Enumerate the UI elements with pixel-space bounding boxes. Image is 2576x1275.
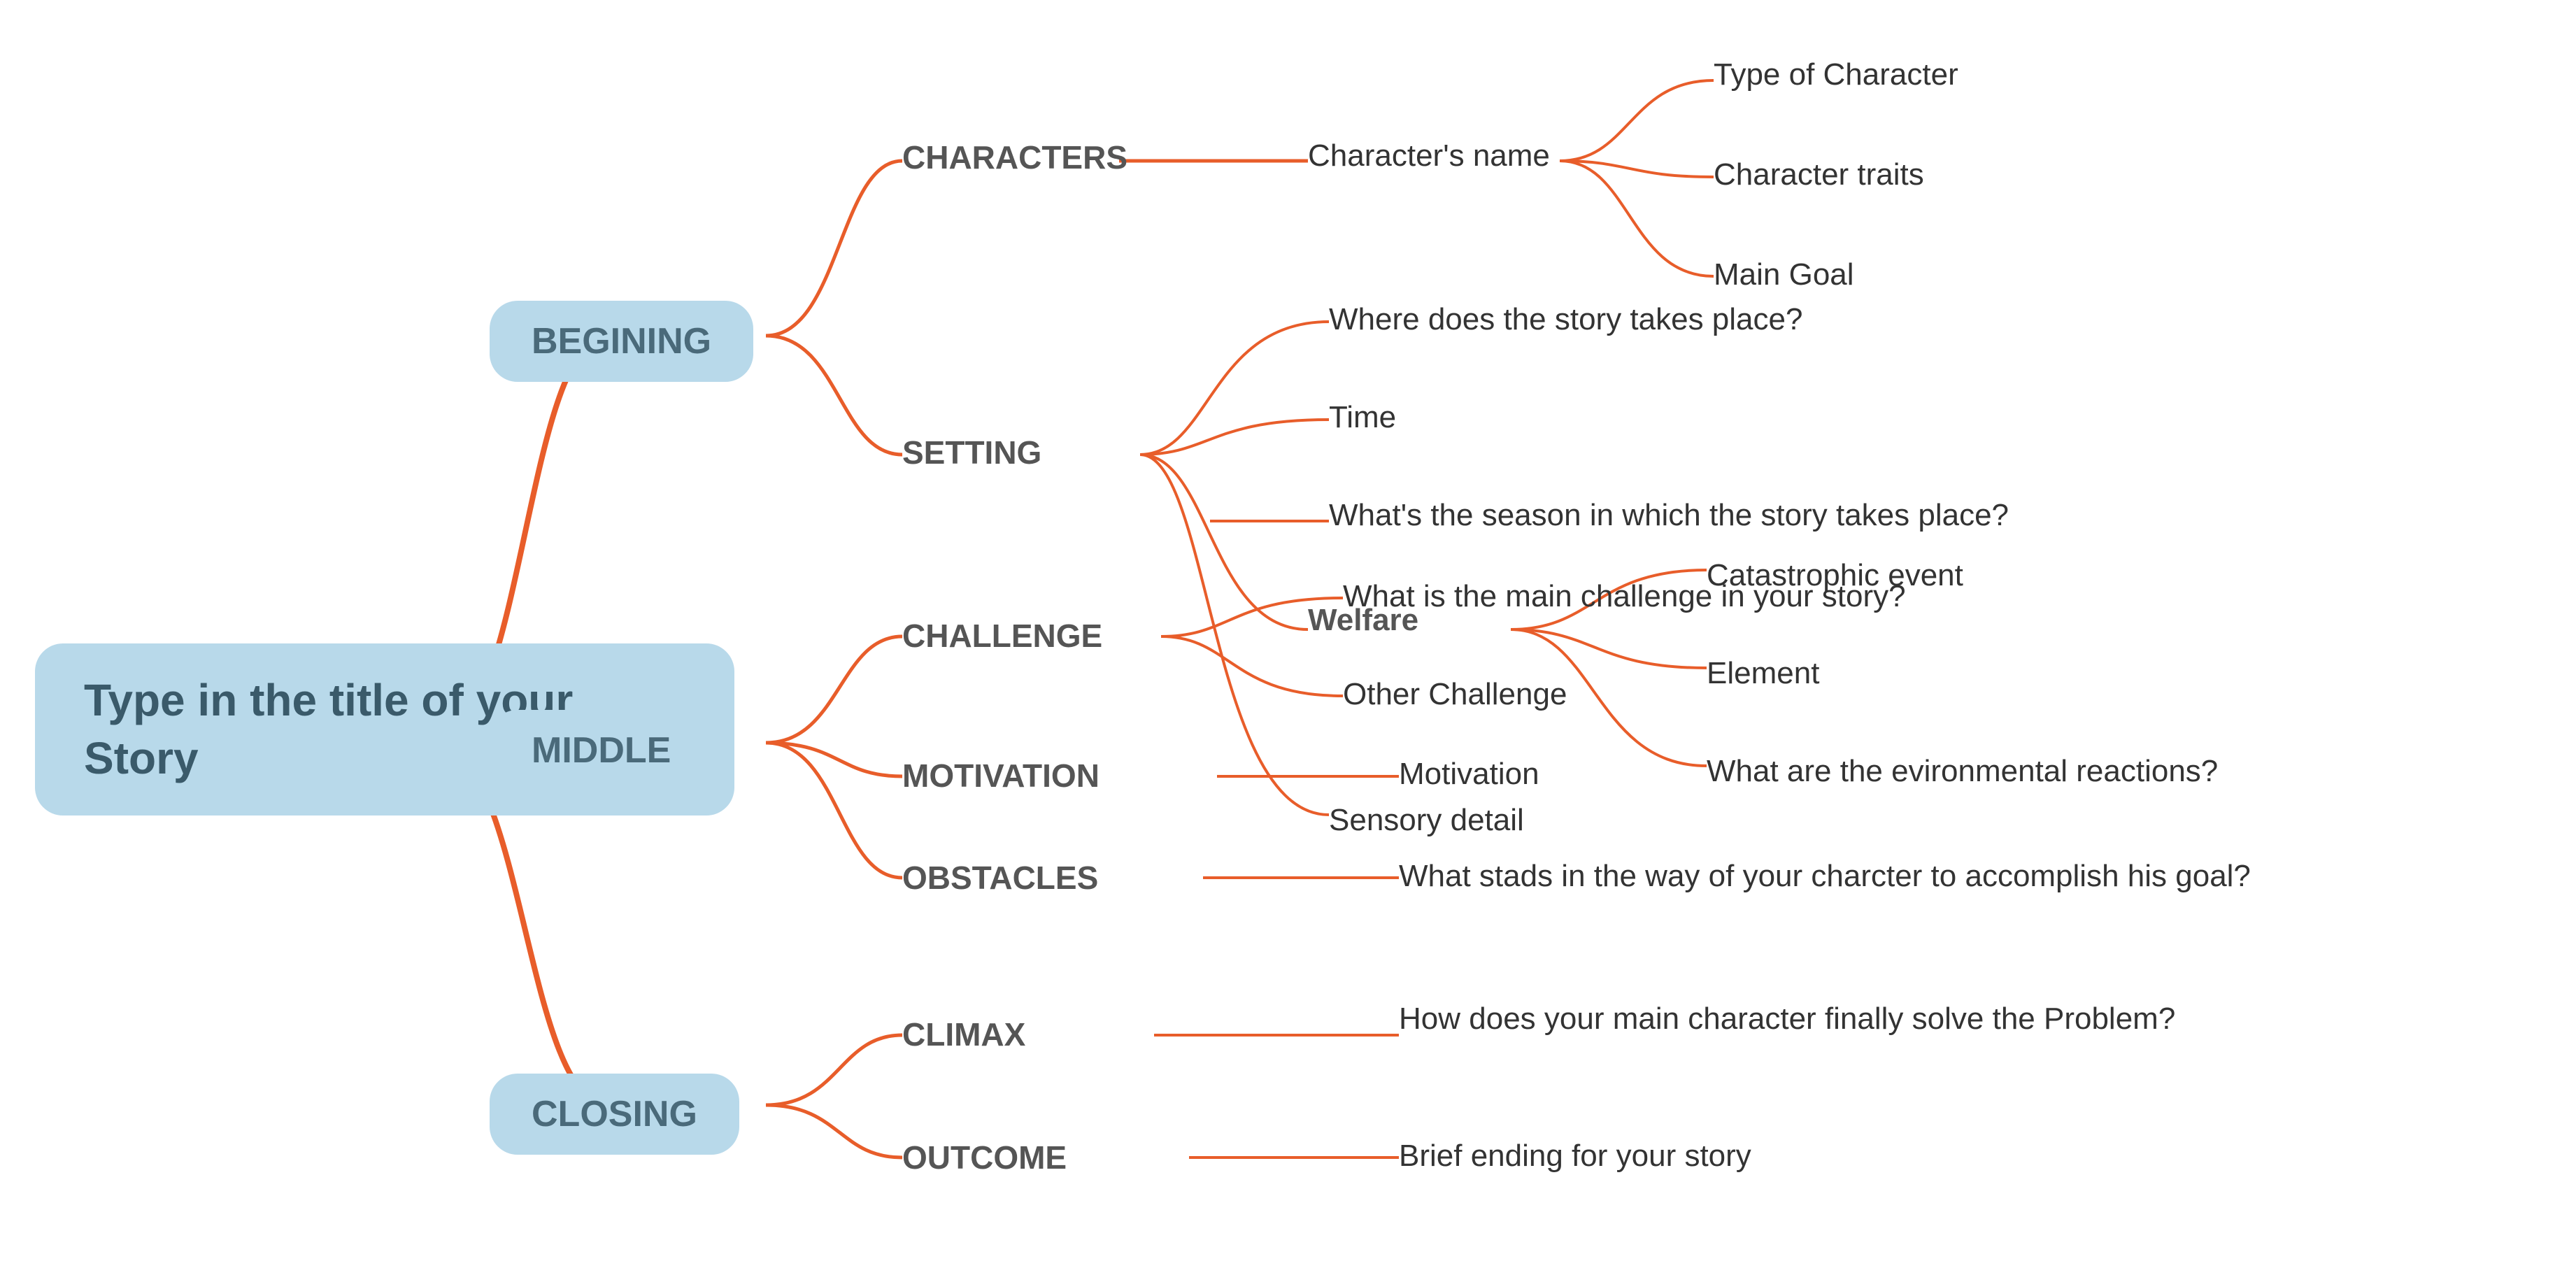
environmental-label: What are the evironmental reactions?	[1707, 754, 2218, 788]
character-traits-label: Character traits	[1714, 157, 1924, 192]
characters-label: CHARACTERS	[902, 139, 1127, 176]
outcome-leaf-label: Brief ending for your story	[1399, 1139, 1751, 1173]
climax-leaf-label: How does your main character finally sol…	[1399, 1002, 2175, 1037]
closing-node[interactable]: CLOSING	[490, 1074, 739, 1155]
climax-leaf-node: How does your main character finally sol…	[1399, 1002, 2175, 1037]
characters-name-node: Character's name	[1308, 138, 1550, 173]
outcome-leaf-node: Brief ending for your story	[1399, 1139, 1751, 1174]
element-node: Element	[1707, 656, 1819, 691]
main-goal-node: Main Goal	[1714, 257, 1854, 292]
climax-node: CLIMAX	[902, 1016, 1025, 1053]
sensory-node: Sensory detail	[1329, 803, 1524, 838]
time-node: Time	[1329, 400, 1396, 435]
motivation-leaf-label: Motivation	[1399, 757, 1539, 791]
type-character-node: Type of Character	[1714, 57, 1958, 92]
mind-map: Type in the title of your Story BEGINING…	[0, 0, 2576, 1275]
type-character-label: Type of Character	[1714, 57, 1958, 92]
main-challenge-node: What is the main challenge in your story…	[1343, 579, 1906, 614]
beginning-node[interactable]: BEGINING	[490, 301, 753, 382]
setting-label: SETTING	[902, 434, 1041, 471]
obstacles-leaf-label: What stads in the way of your charcter t…	[1399, 859, 2251, 893]
obstacles-label: OBSTACLES	[902, 860, 1098, 896]
time-label: Time	[1329, 400, 1396, 434]
closing-label: CLOSING	[490, 1074, 739, 1155]
characters-node: CHARACTERS	[902, 138, 1127, 176]
other-challenge-label: Other Challenge	[1343, 677, 1567, 711]
element-label: Element	[1707, 656, 1819, 690]
place-node: Where does the story takes place?	[1329, 302, 1802, 337]
sensory-label: Sensory detail	[1329, 803, 1524, 837]
motivation-label: MOTIVATION	[902, 757, 1100, 794]
main-goal-label: Main Goal	[1714, 257, 1854, 292]
connections-svg	[0, 0, 2576, 1275]
obstacles-node: OBSTACLES	[902, 859, 1098, 897]
character-traits-node: Character traits	[1714, 157, 1924, 192]
middle-label: MIDDLE	[490, 710, 713, 791]
motivation-leaf-node: Motivation	[1399, 757, 1539, 792]
characters-name-label: Character's name	[1308, 138, 1550, 173]
other-challenge-node: Other Challenge	[1343, 677, 1567, 712]
challenge-node: CHALLENGE	[902, 617, 1102, 655]
climax-label: CLIMAX	[902, 1016, 1025, 1053]
season-node: What's the season in which the story tak…	[1329, 498, 2009, 533]
challenge-label: CHALLENGE	[902, 618, 1102, 654]
middle-node[interactable]: MIDDLE	[490, 710, 713, 791]
outcome-node: OUTCOME	[902, 1139, 1067, 1176]
obstacles-leaf-node: What stads in the way of your charcter t…	[1399, 859, 2251, 894]
beginning-label: BEGINING	[490, 301, 753, 382]
outcome-label: OUTCOME	[902, 1139, 1067, 1176]
setting-node: SETTING	[902, 434, 1041, 471]
environmental-node: What are the evironmental reactions?	[1707, 754, 2218, 789]
place-label: Where does the story takes place?	[1329, 302, 1802, 336]
motivation-node: MOTIVATION	[902, 757, 1100, 795]
main-challenge-label: What is the main challenge in your story…	[1343, 579, 1906, 613]
season-label: What's the season in which the story tak…	[1329, 498, 2009, 532]
